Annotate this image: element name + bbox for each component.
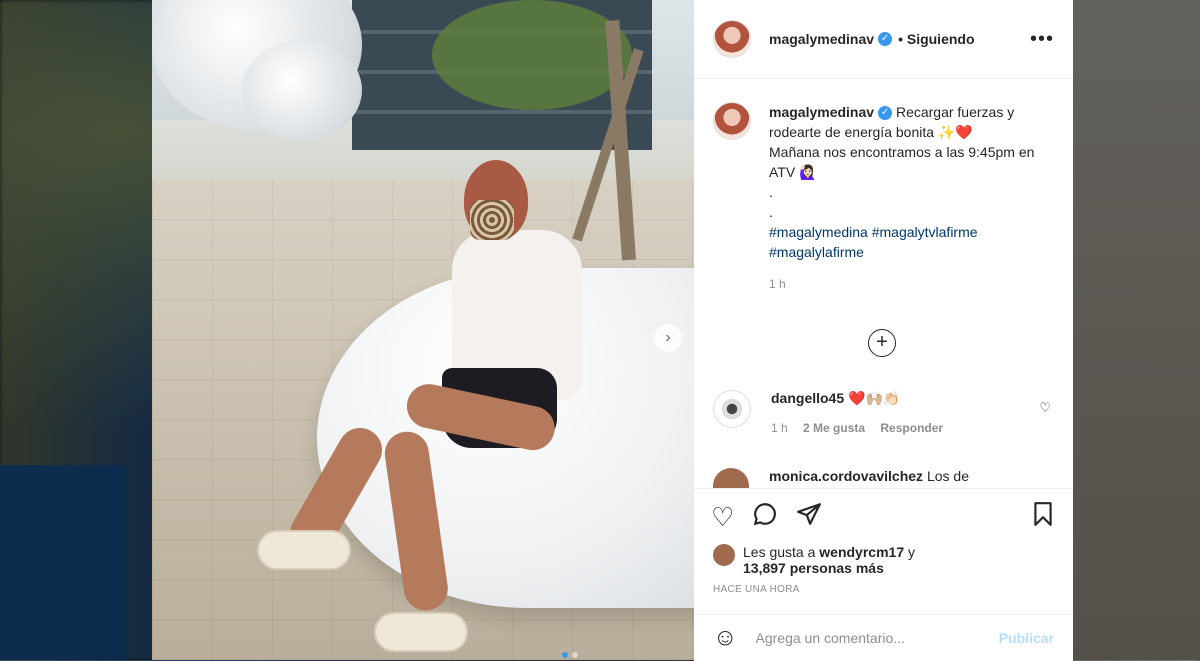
comment-avatar[interactable]	[713, 468, 749, 488]
photo-slipper-2	[374, 612, 468, 652]
comment-text: Los de	[923, 468, 969, 484]
comment-icon[interactable]	[752, 501, 778, 534]
publish-button[interactable]: Publicar	[999, 630, 1054, 646]
comment-username[interactable]: monica.cordovavilchez	[769, 468, 923, 484]
caption-username[interactable]: magalymedinav	[769, 104, 874, 120]
chevron-right-icon: ›	[665, 329, 671, 346]
emoji-icon[interactable]: ☺	[713, 624, 738, 652]
reply-button[interactable]: Responder	[880, 421, 943, 435]
avatar[interactable]	[713, 20, 751, 58]
caption-time: 1 h	[769, 277, 786, 291]
comment-text: ❤️🙌🏼👏🏻	[844, 390, 901, 406]
post-timestamp[interactable]: HACE UNA HORA	[694, 576, 1073, 595]
comment-like-heart-icon[interactable]: ♡	[1039, 400, 1051, 416]
caption-dots: . .	[769, 184, 773, 220]
photo-foliage	[432, 0, 632, 110]
caption-text-2: Mañana nos encontramos a las 9:45pm en A…	[769, 144, 1035, 180]
load-more-comments-button[interactable]: +	[868, 329, 896, 357]
post-actions: ♡ Les gusta a wendyrcm17 y 13,897 person…	[694, 488, 1073, 661]
comment-time: 1 h	[771, 421, 788, 435]
liker-username[interactable]: wendyrcm17	[819, 544, 904, 560]
verified-badge-icon: ✓	[878, 106, 893, 121]
likes-connector: y	[904, 544, 915, 560]
more-options-icon[interactable]: •••	[1030, 28, 1054, 51]
heart-icon[interactable]: ♡	[711, 502, 734, 533]
post-header: magalymedinav ✓ • Siguiendo •••	[694, 0, 1073, 79]
comment-input[interactable]	[753, 629, 978, 647]
comment-username[interactable]: dangello45	[771, 390, 844, 406]
following-button[interactable]: • Siguiendo	[898, 31, 974, 47]
post-photo	[152, 0, 694, 660]
comment-item: monica.cordovavilchez Los de	[713, 468, 1058, 488]
likes-prefix: Les gusta a	[743, 544, 820, 560]
post-side-panel: magalymedinav ✓ • Siguiendo ••• magalyme…	[694, 0, 1073, 661]
photo-slipper	[257, 530, 351, 570]
photo-sculpture-2	[242, 40, 362, 140]
verified-badge-icon: ✓	[878, 32, 893, 46]
bookmark-icon[interactable]	[1030, 501, 1056, 534]
comment-avatar[interactable]	[713, 390, 751, 428]
likes-count[interactable]: 13,897 personas más	[743, 560, 884, 576]
comment-likes[interactable]: 2 Me gusta	[803, 421, 865, 435]
next-image-button[interactable]: ›	[654, 324, 682, 352]
post-caption: magalymedinav ✓ Recargar fuerzas y rodear…	[713, 102, 1058, 294]
photo-mask	[470, 200, 514, 240]
liker-avatar[interactable]	[713, 544, 735, 566]
share-icon[interactable]	[796, 501, 822, 534]
carousel-dots	[562, 652, 578, 658]
post-username[interactable]: magalymedinav	[769, 31, 874, 47]
likes-summary: Les gusta a wendyrcm17 y 13,897 personas…	[694, 534, 1073, 576]
comment-item: dangello45 ❤️🙌🏼👏🏻 1 h 2 Me gusta Respond…	[713, 390, 1058, 435]
caption-avatar[interactable]	[713, 102, 751, 140]
caption-hashtags[interactable]: #magalymedina #magalytvlafirme #magalyla…	[769, 224, 978, 260]
add-comment-bar: ☺ Publicar	[694, 614, 1073, 661]
